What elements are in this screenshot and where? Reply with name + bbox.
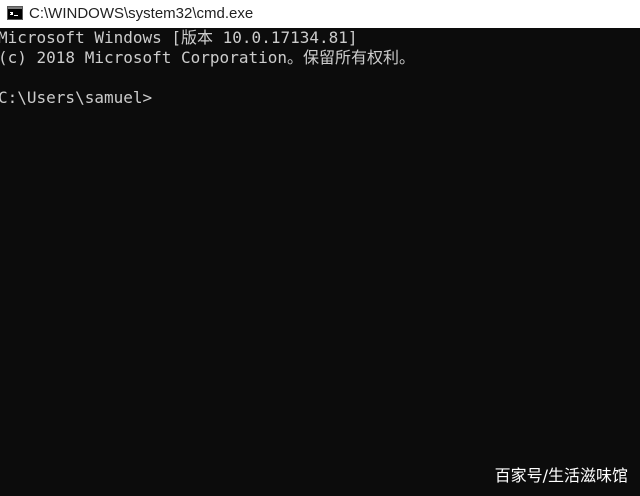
title-bar[interactable]: C:\WINDOWS\system32\cmd.exe: [0, 0, 640, 28]
console-output[interactable]: Microsoft Windows [版本 10.0.17134.81] (c)…: [0, 28, 640, 496]
console-prompt[interactable]: C:\Users\samuel>: [0, 88, 152, 108]
window-title: C:\WINDOWS\system32\cmd.exe: [29, 5, 254, 22]
watermark-text: 百家号/生活滋味馆: [494, 466, 628, 485]
console-version-line: Microsoft Windows [版本 10.0.17134.81]: [0, 28, 358, 47]
cmd-console-icon[interactable]: [7, 6, 23, 20]
console-copyright-line: (c) 2018 Microsoft Corporation。保留所有权利。: [0, 48, 415, 67]
cmd-window: C:\WINDOWS\system32\cmd.exe Microsoft Wi…: [0, 0, 640, 496]
